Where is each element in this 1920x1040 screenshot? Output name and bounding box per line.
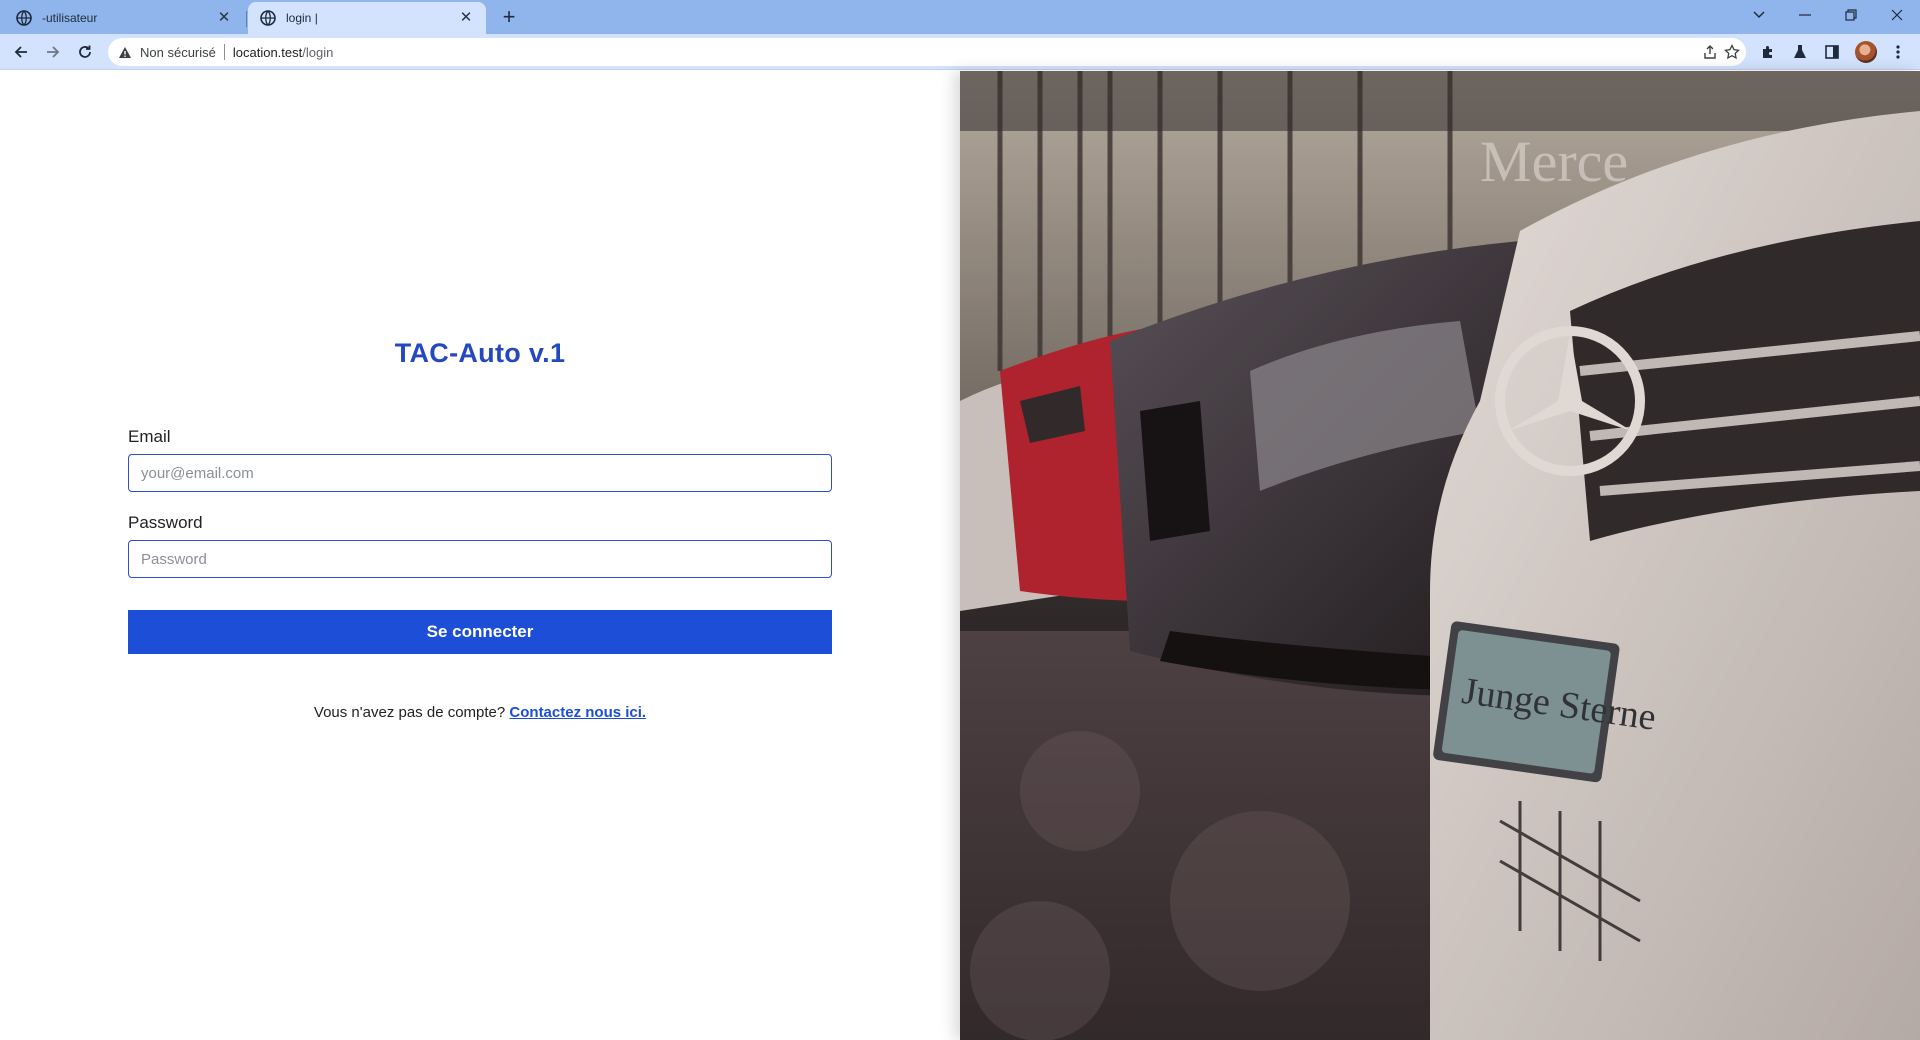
signup-prompt: Vous n'avez pas de compte? (313, 704, 506, 721)
globe-icon (260, 10, 276, 26)
reload-icon[interactable] (72, 39, 98, 65)
browser-tab-strip: -utilisateur ✕ login | ✕ + (0, 0, 1920, 34)
side-panel-icon[interactable] (1822, 42, 1842, 62)
browser-tab-login[interactable]: login | ✕ (248, 2, 486, 34)
tab-title: -utilisateur (42, 11, 98, 25)
url-path: /login (302, 44, 334, 60)
tab-search-chevron-icon[interactable] (1736, 0, 1782, 30)
signup-text: Vous n'avez pas de compte? Contactez nou… (0, 704, 960, 721)
login-panel: TAC-Auto v.1 Email Password Se connecter… (0, 71, 960, 1040)
back-arrow-icon[interactable] (8, 39, 34, 65)
app-title: TAC-Auto v.1 (394, 338, 566, 368)
extensions-puzzle-icon[interactable] (1758, 42, 1778, 62)
url-host: location.test (232, 44, 303, 60)
share-icon[interactable] (1702, 44, 1718, 60)
separator (223, 44, 225, 60)
browser-tab-utilisateur[interactable]: -utilisateur ✕ (4, 2, 247, 34)
warning-icon[interactable] (118, 45, 132, 59)
restore-window-icon[interactable] (1828, 0, 1874, 30)
profile-avatar[interactable] (1855, 41, 1877, 63)
browser-toolbar: Non sécurisé location.test/login (0, 34, 1920, 70)
email-label: Email (128, 427, 171, 446)
close-window-icon[interactable] (1874, 0, 1920, 30)
password-input[interactable] (128, 540, 832, 578)
hero-image: Merce Junge Sterne (960, 71, 1920, 1040)
close-tab-icon[interactable]: ✕ (458, 10, 474, 26)
login-button[interactable]: Se connecter (128, 610, 832, 654)
security-status: Non sécurisé (140, 44, 216, 60)
bookmark-star-icon[interactable] (1724, 44, 1740, 60)
email-input[interactable] (128, 454, 832, 492)
page-viewport: TAC-Auto v.1 Email Password Se connecter… (0, 71, 1920, 1040)
password-label: Password (128, 513, 203, 532)
new-tab-button[interactable]: + (496, 5, 522, 31)
cars-photo: Merce Junge Sterne (960, 71, 1920, 1040)
tab-title: login | (286, 11, 318, 25)
close-tab-icon[interactable]: ✕ (216, 10, 232, 26)
more-menu-icon[interactable] (1888, 42, 1908, 62)
minimize-window-icon[interactable] (1782, 0, 1828, 30)
forward-arrow-icon[interactable] (40, 39, 66, 65)
lab-flask-icon[interactable] (1790, 42, 1810, 62)
contact-link[interactable]: Contactez nous ici. (509, 704, 646, 721)
globe-icon (16, 10, 32, 26)
address-bar[interactable]: Non sécurisé location.test/login (108, 38, 1746, 66)
